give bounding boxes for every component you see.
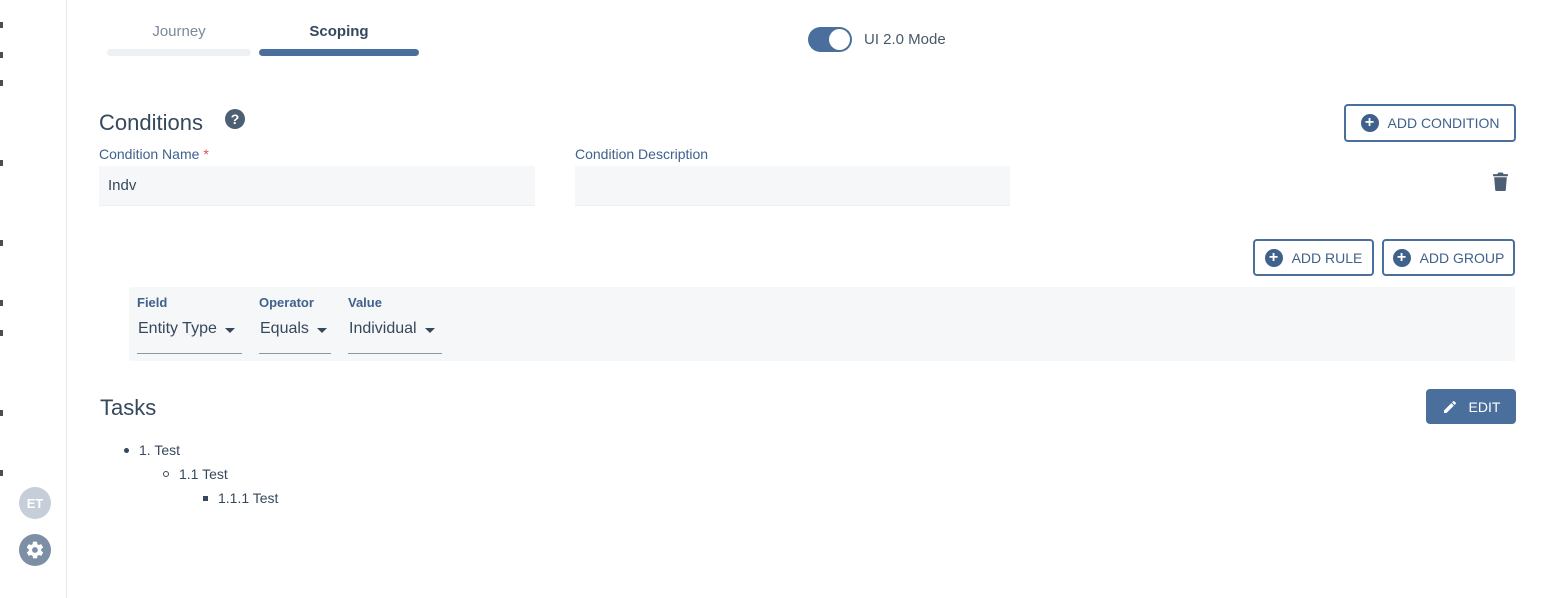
add-rule-button[interactable]: + ADD RULE xyxy=(1253,239,1374,276)
value-header: Value xyxy=(348,295,382,310)
caret-down-icon xyxy=(424,328,435,333)
settings-button[interactable] xyxy=(19,534,51,566)
add-group-label: ADD GROUP xyxy=(1419,249,1505,266)
add-group-button[interactable]: + ADD GROUP xyxy=(1382,239,1515,276)
bullet-disc-icon xyxy=(124,447,129,453)
add-condition-button[interactable]: + ADD CONDITION xyxy=(1344,104,1516,142)
plus-circle-icon: + xyxy=(1264,248,1283,267)
task-item: 1.1 Test xyxy=(163,466,228,482)
tab-scoping-indicator xyxy=(259,49,419,56)
plus-circle-icon: + xyxy=(1392,248,1411,267)
operator-select[interactable]: Equals xyxy=(259,320,331,354)
rule-field-column: Field Entity Type xyxy=(137,295,242,354)
bullet-square-icon xyxy=(203,495,208,501)
task-label: 1.1 Test xyxy=(179,466,228,482)
left-sidebar: ET xyxy=(0,0,67,598)
field-header: Field xyxy=(137,295,168,310)
ui-mode-toggle-group: UI 2.0 Mode xyxy=(808,27,946,52)
value-select[interactable]: Individual xyxy=(348,320,442,354)
condition-description-input[interactable] xyxy=(575,166,1010,206)
window-edge xyxy=(0,0,3,598)
pencil-icon xyxy=(1443,400,1456,413)
operator-header: Operator xyxy=(259,295,314,310)
add-condition-label: ADD CONDITION xyxy=(1387,115,1500,131)
edit-label: EDIT xyxy=(1468,398,1501,415)
rule-value-column: Value Individual xyxy=(348,295,442,354)
tab-journey[interactable]: Journey xyxy=(107,20,251,56)
field-select-value: Entity Type xyxy=(138,320,217,337)
tab-journey-label: Journey xyxy=(152,23,206,40)
add-rule-label: ADD RULE xyxy=(1291,249,1363,266)
bullet-circle-icon xyxy=(163,471,169,477)
value-select-value: Individual xyxy=(349,320,417,337)
tab-scoping-label: Scoping xyxy=(309,23,369,40)
task-label: 1.1.1 Test xyxy=(218,490,279,506)
edit-tasks-button[interactable]: EDIT xyxy=(1426,389,1516,424)
rule-row: Field Entity Type Operator Equals Value … xyxy=(129,287,1515,361)
task-label: 1. Test xyxy=(139,442,180,458)
ui-mode-label: UI 2.0 Mode xyxy=(864,31,946,48)
operator-select-value: Equals xyxy=(260,320,309,337)
task-item: 1. Test xyxy=(124,442,180,458)
rule-operator-column: Operator Equals xyxy=(259,295,331,354)
conditions-heading: Conditions xyxy=(99,110,203,135)
trash-icon[interactable] xyxy=(1493,172,1508,191)
caret-down-icon xyxy=(224,328,235,333)
plus-circle-icon: + xyxy=(1360,114,1379,132)
gear-icon xyxy=(26,541,44,559)
condition-description-label: Condition Description xyxy=(575,146,709,162)
toggle-knob xyxy=(829,29,850,50)
ui-mode-toggle[interactable] xyxy=(808,27,852,52)
task-item: 1.1.1 Test xyxy=(203,490,278,506)
field-select[interactable]: Entity Type xyxy=(137,320,242,354)
help-icon[interactable]: ? xyxy=(225,109,245,129)
tab-scoping[interactable]: Scoping xyxy=(259,20,419,56)
avatar[interactable]: ET xyxy=(19,487,51,519)
condition-name-label: Condition Name * xyxy=(99,146,209,162)
caret-down-icon xyxy=(316,328,327,333)
condition-name-input[interactable] xyxy=(99,166,535,206)
tasks-heading: Tasks xyxy=(100,395,157,420)
required-marker: * xyxy=(203,146,209,162)
tab-journey-indicator xyxy=(107,49,251,56)
